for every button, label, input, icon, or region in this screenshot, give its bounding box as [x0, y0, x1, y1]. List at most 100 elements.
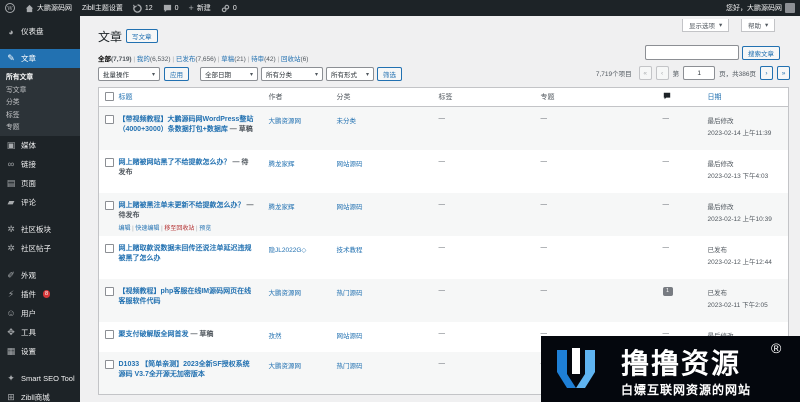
row-checkbox[interactable] — [105, 200, 114, 210]
post-title-link[interactable]: 网上赌取款说数据未回传还说注单延迟违规被黑了怎么办 — [119, 244, 254, 264]
wp-logo-icon[interactable]: W — [0, 0, 20, 16]
author-link[interactable]: 大鹏资源网 — [269, 107, 337, 150]
format-filter-select[interactable]: 所有形式 ▾ — [326, 67, 374, 81]
first-page-button[interactable]: « — [638, 66, 652, 80]
site-name-link[interactable]: 大鹏源码网 — [20, 0, 77, 16]
bulk-actions-select[interactable]: 批量操作 ▾ — [98, 67, 160, 81]
row-checkbox[interactable] — [105, 329, 114, 339]
menu-tools[interactable]: ✥ 工具 — [0, 323, 80, 342]
submenu-categories[interactable]: 分类 — [0, 95, 80, 108]
prev-page-button[interactable]: ‹ — [655, 66, 669, 80]
menu-media[interactable]: ▣ 媒体 — [0, 136, 80, 155]
row-checkbox[interactable] — [105, 243, 114, 253]
post-title-link[interactable]: D1033 【简单亲测】2023全新SF授权系统源码 V3.7全开源无加密版本 — [119, 360, 254, 380]
menu-seo[interactable]: ✦ Smart SEO Tool — [0, 369, 80, 388]
menu-posts[interactable]: ✎ 文章 — [0, 49, 80, 68]
menu-label: 评论 — [21, 197, 36, 207]
row-select-cell — [99, 279, 119, 322]
add-new-post-button[interactable]: 写文章 — [126, 29, 158, 43]
row-checkbox[interactable] — [105, 286, 114, 296]
watermark-tagline: 白嫖互联网资源的网站 — [621, 383, 752, 397]
category-link[interactable]: 网站源码 — [337, 322, 439, 352]
author-link[interactable]: 大鹏资源网 — [269, 279, 337, 322]
author-link[interactable]: 隐JL2022G◇ — [269, 236, 337, 279]
filter-mine[interactable]: 我的(6,532) — [137, 56, 171, 63]
post-title-link[interactable]: 网上赌被黑注单未更新不给提款怎么办？ — 待发布 — [119, 201, 254, 221]
comments-link[interactable]: 0 — [158, 0, 184, 16]
row-checkbox[interactable] — [105, 115, 114, 124]
my-account-link[interactable]: 您好，大鹏源码网 — [721, 0, 800, 16]
menu-links[interactable]: ∞ 链接 — [0, 155, 80, 174]
filter-pending[interactable]: 待审(42) — [251, 56, 276, 63]
row-checkbox[interactable] — [105, 157, 114, 167]
preview-link[interactable]: 预览 — [199, 226, 211, 232]
row-select-cell — [99, 322, 119, 352]
filter-trash[interactable]: 回收站(6) — [281, 56, 308, 63]
filter-drafts[interactable]: 草稿(21) — [221, 56, 246, 63]
submenu-topics[interactable]: 专题 — [0, 120, 80, 133]
category-link[interactable]: 未分类 — [337, 107, 439, 150]
updates-link[interactable]: 12 — [128, 0, 158, 16]
post-search-input[interactable] — [645, 45, 739, 60]
help-button[interactable]: 帮助 ▾ — [741, 19, 776, 32]
post-title-link[interactable]: 网上赌被网站黑了不给提款怎么办？ — 待发布 — [119, 158, 254, 178]
apply-button[interactable]: 应用 — [164, 67, 189, 81]
category-link[interactable]: 热门源码 — [337, 279, 439, 322]
menu-label: 社区板块 — [21, 224, 51, 234]
menu-label: Smart SEO Tool — [21, 373, 75, 383]
screen-options-button[interactable]: 显示选项 ▾ — [682, 19, 730, 32]
filter-button[interactable]: 筛选 — [377, 67, 402, 81]
author-link[interactable]: 大鹏资源网 — [269, 352, 337, 395]
post-title-link[interactable]: 【带视频教程】大鹏源码网WordPress整站（4000+3000）条数据打包+… — [119, 115, 254, 135]
plugin-link[interactable]: 0 — [216, 0, 242, 16]
submenu-tags[interactable]: 标签 — [0, 108, 80, 121]
post-title-link[interactable]: 【视频教程】php客服在线IM源码网页在线客服软件代码 — [119, 287, 254, 307]
author-link[interactable]: 孜然 — [269, 322, 337, 352]
menu-dashboard[interactable]: ◕ 仪表盘 — [0, 22, 80, 41]
comments-count: 0 — [174, 4, 179, 12]
col-date[interactable]: 日期 — [707, 87, 789, 107]
wrench-icon: ✥ — [7, 326, 15, 337]
post-state: — 草稿 — [190, 330, 214, 338]
next-page-button[interactable]: › — [760, 66, 773, 80]
menu-plugins[interactable]: ⚡ 插件 8 — [0, 285, 80, 304]
filter-published[interactable]: 已发布(7,656) — [176, 56, 216, 63]
author-link[interactable]: 腾龙家辉 — [269, 150, 337, 193]
current-page-input[interactable]: 1 — [683, 66, 716, 80]
menu-appearance[interactable]: ✐ 外观 — [0, 266, 80, 285]
new-content-link[interactable]: + 新建 — [184, 0, 216, 16]
last-page-button[interactable]: » — [777, 66, 790, 80]
filter-all[interactable]: 全部(7,719) — [98, 56, 132, 63]
tags-cell: — — [438, 115, 446, 122]
search-posts-button[interactable]: 搜索文章 — [742, 46, 780, 60]
post-title-link[interactable]: 聚支付破解版全网首发 — 草稿 — [119, 330, 269, 340]
category-link[interactable]: 网站源码 — [337, 150, 439, 193]
comment-count-badge[interactable]: 1 — [662, 286, 673, 296]
submenu-all-posts[interactable]: 所有文章 — [0, 70, 80, 83]
menu-settings[interactable]: ▦ 设置 — [0, 342, 80, 361]
author-link[interactable]: 腾龙家辉 — [269, 193, 337, 236]
filter-label: 回收站 — [281, 56, 301, 63]
chevron-down-icon: ▾ — [151, 71, 155, 78]
submenu-add-new[interactable]: 写文章 — [0, 83, 80, 96]
edit-link[interactable]: 编辑 — [119, 226, 131, 232]
quick-edit-link[interactable]: 快速编辑 — [135, 226, 159, 232]
category-link[interactable]: 网站源码 — [337, 193, 439, 236]
date-filter-select[interactable]: 全部日期 ▾ — [200, 67, 258, 81]
col-comments[interactable] — [662, 87, 708, 107]
menu-pages[interactable]: ▤ 页面 — [0, 174, 80, 193]
row-checkbox[interactable] — [105, 359, 114, 369]
menu-community[interactable]: ✲ 社区板块 — [0, 220, 80, 239]
menu-comments[interactable]: ▰ 评论 — [0, 193, 80, 212]
trash-link[interactable]: 移至回收站 — [164, 226, 194, 232]
select-all-checkbox[interactable] — [105, 91, 114, 101]
menu-community-posts[interactable]: ✲ 社区帖子 — [0, 239, 80, 258]
category-filter-select[interactable]: 所有分类 ▾ — [261, 67, 323, 81]
menu-zibll-mall[interactable]: ⊞ Zibll商城 — [0, 388, 80, 402]
category-link[interactable]: 技术教程 — [337, 236, 439, 279]
menu-users[interactable]: ☺ 用户 — [0, 304, 80, 323]
category-link[interactable]: 热门源码 — [337, 352, 439, 395]
table-row: 【视频教程】php客服在线IM源码网页在线客服软件代码 大鹏资源网 热门源码 —… — [98, 278, 789, 322]
theme-settings-link[interactable]: Zibll主题设置 — [77, 0, 128, 16]
col-title[interactable]: 标题 — [118, 87, 269, 107]
